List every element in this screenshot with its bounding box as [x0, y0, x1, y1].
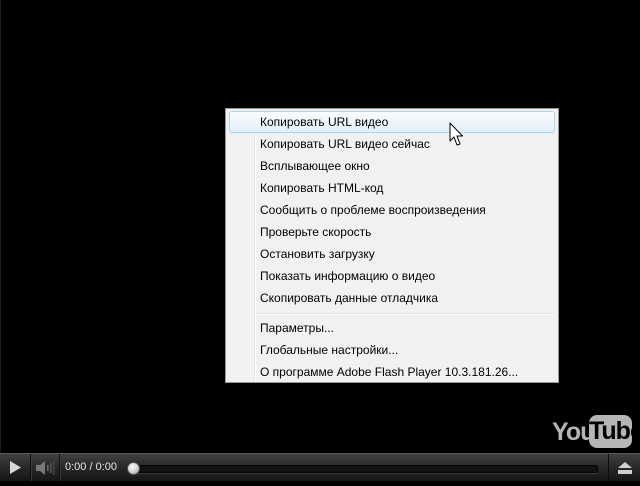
play-button[interactable] — [0, 454, 31, 481]
fullscreen-button[interactable] — [608, 454, 640, 481]
menu-item-popout[interactable]: Всплывающее окно — [229, 155, 555, 177]
fullscreen-icon — [618, 462, 632, 474]
progress-scrubber[interactable] — [127, 462, 140, 475]
player-control-bar: 0:00 / 0:00 — [0, 453, 640, 481]
menu-item-global-settings[interactable]: Глобальные настройки... — [229, 339, 555, 361]
volume-button[interactable] — [31, 454, 60, 481]
menu-item-copy-video-url-now[interactable]: Копировать URL видео сейчас — [229, 133, 555, 155]
time-display: 0:00 / 0:00 — [65, 461, 117, 473]
youtube-logo: You Tube — [552, 415, 640, 449]
menu-item-copy-video-url[interactable]: Копировать URL видео — [229, 111, 555, 133]
menu-item-show-video-info[interactable]: Показать информацию о видео — [229, 265, 555, 287]
menu-item-test-speed[interactable]: Проверьте скорость — [229, 221, 555, 243]
logo-tube-text: Tube — [589, 415, 640, 448]
mouse-pointer-icon — [449, 122, 463, 146]
menu-item-copy-embed-html[interactable]: Копировать HTML-код — [229, 177, 555, 199]
volume-icon — [36, 461, 55, 475]
video-edge — [0, 0, 1, 453]
menu-item-report-playback-issue[interactable]: Сообщить о проблеме воспроизведения — [229, 199, 555, 221]
menu-item-about-flash-player[interactable]: О программе Adobe Flash Player 10.3.181.… — [229, 361, 555, 383]
context-menu: Копировать URL видео Копировать URL виде… — [225, 108, 559, 383]
play-icon — [10, 461, 21, 474]
menu-item-settings[interactable]: Параметры... — [229, 317, 555, 339]
progress-track[interactable] — [130, 465, 598, 473]
menu-item-copy-debug-info[interactable]: Скопировать данные отладчика — [229, 287, 555, 309]
menu-item-stop-download[interactable]: Остановить загрузку — [229, 243, 555, 265]
menu-separator — [257, 313, 555, 315]
